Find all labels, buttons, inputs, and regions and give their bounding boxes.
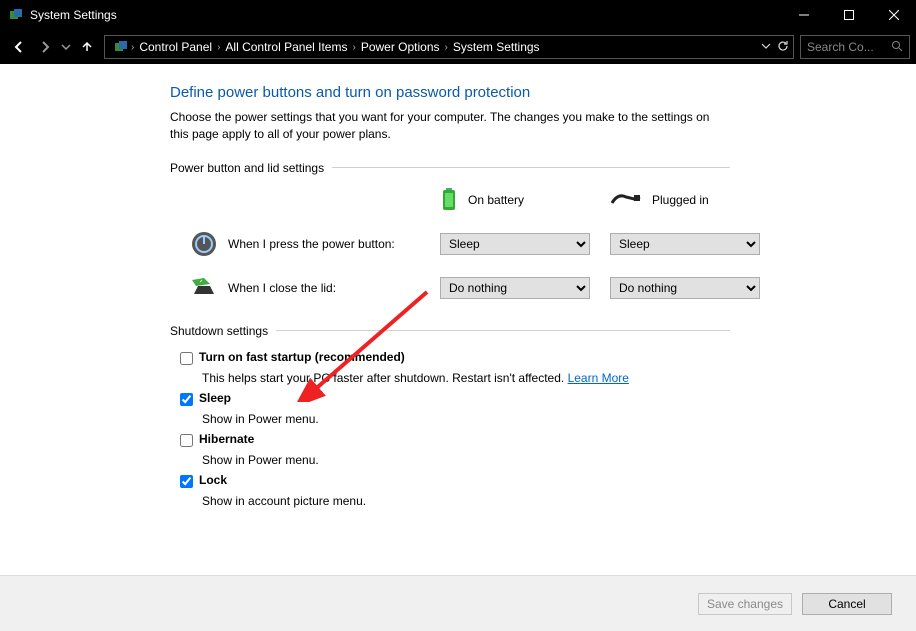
breadcrumb-all-items[interactable]: All Control Panel Items (222, 40, 350, 54)
power-lid-section-label: Power button and lid settings (170, 161, 730, 175)
search-box[interactable] (800, 35, 910, 59)
fast-startup-checkbox[interactable] (180, 352, 193, 365)
fast-startup-description: This helps start your PC faster after sh… (202, 371, 730, 385)
hibernate-checkbox[interactable] (180, 434, 193, 447)
footer: Save changes Cancel (0, 575, 916, 631)
hibernate-label: Hibernate (199, 432, 254, 446)
power-lid-grid: On battery Plugged in When I press the p… (190, 187, 730, 302)
breadcrumb-control-panel[interactable]: Control Panel (136, 40, 215, 54)
back-button[interactable] (6, 34, 32, 60)
page-title: Define power buttons and turn on passwor… (170, 84, 730, 101)
chevron-right-icon: › (443, 42, 450, 53)
lock-description: Show in account picture menu. (202, 494, 730, 508)
refresh-button[interactable] (777, 40, 789, 55)
power-button-icon (190, 230, 218, 258)
close-lid-row-label: When I close the lid: (190, 274, 420, 302)
window-controls (781, 0, 916, 30)
lock-checkbox[interactable] (180, 475, 193, 488)
hibernate-description: Show in Power menu. (202, 453, 730, 467)
search-input[interactable] (807, 40, 891, 54)
address-dropdown-button[interactable] (761, 40, 771, 54)
location-icon (113, 39, 129, 55)
forward-button[interactable] (32, 34, 58, 60)
plug-icon (610, 191, 642, 210)
page-description: Choose the power settings that you want … (170, 109, 730, 143)
fast-startup-label: Turn on fast startup (recommended) (199, 350, 405, 364)
plugged-in-header: Plugged in (610, 191, 760, 210)
navbar: › Control Panel › All Control Panel Item… (0, 30, 916, 64)
window-title: System Settings (30, 8, 781, 22)
maximize-button[interactable] (826, 0, 871, 30)
learn-more-link[interactable]: Learn More (568, 371, 629, 385)
laptop-lid-icon (190, 274, 218, 302)
power-button-row-label: When I press the power button: (190, 230, 420, 258)
address-bar[interactable]: › Control Panel › All Control Panel Item… (104, 35, 794, 59)
shutdown-settings-list: Turn on fast startup (recommended) This … (180, 350, 730, 508)
power-button-plugged-select[interactable]: Do nothingSleepHibernateShut down (610, 233, 760, 255)
close-button[interactable] (871, 0, 916, 30)
power-button-battery-select[interactable]: Do nothingSleepHibernateShut down (440, 233, 590, 255)
sleep-description: Show in Power menu. (202, 412, 730, 426)
save-changes-button[interactable]: Save changes (698, 593, 792, 615)
breadcrumb-system-settings[interactable]: System Settings (450, 40, 543, 54)
breadcrumb-power-options[interactable]: Power Options (358, 40, 443, 54)
lock-label: Lock (199, 473, 227, 487)
chevron-right-icon: › (129, 42, 136, 53)
sleep-label: Sleep (199, 391, 231, 405)
sleep-checkbox[interactable] (180, 393, 193, 406)
close-lid-battery-select[interactable]: Do nothingSleepHibernateShut down (440, 277, 590, 299)
chevron-right-icon: › (350, 42, 357, 53)
recent-locations-button[interactable] (58, 34, 74, 60)
up-button[interactable] (74, 34, 100, 60)
close-lid-plugged-select[interactable]: Do nothingSleepHibernateShut down (610, 277, 760, 299)
titlebar: System Settings (0, 0, 916, 30)
on-battery-header: On battery (440, 187, 590, 214)
content-area: Define power buttons and turn on passwor… (0, 64, 916, 575)
minimize-button[interactable] (781, 0, 826, 30)
search-icon (891, 40, 903, 55)
battery-icon (440, 187, 458, 214)
cancel-button[interactable]: Cancel (802, 593, 892, 615)
chevron-right-icon: › (215, 42, 222, 53)
shutdown-section-label: Shutdown settings (170, 324, 730, 338)
app-icon (8, 7, 24, 23)
